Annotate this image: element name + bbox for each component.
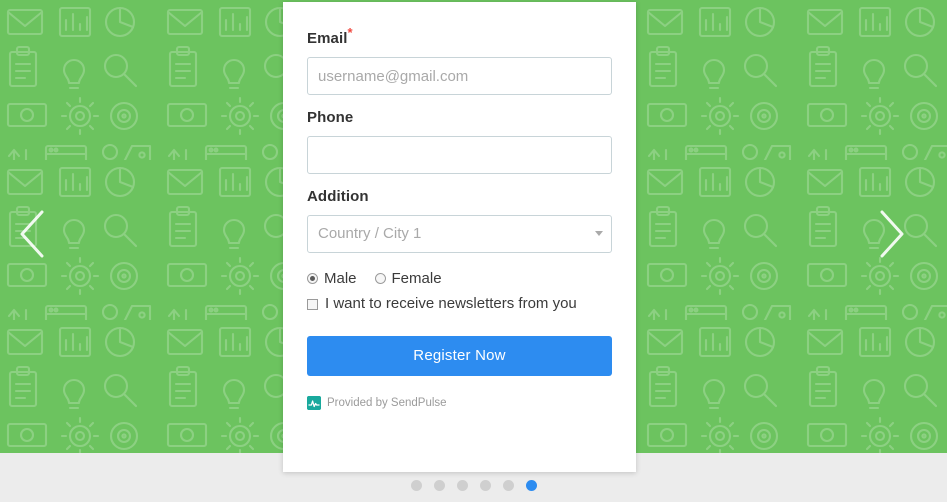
phone-field-block: Phone (307, 109, 612, 174)
addition-field-block: Addition Country / City 1 (307, 188, 612, 253)
form-fields-container: Email* Phone Addition Country / City 1 M… (307, 26, 612, 410)
sendpulse-pulse-icon (307, 396, 321, 410)
addition-select[interactable]: Country / City 1 (307, 215, 612, 253)
carousel-dot-1[interactable] (410, 480, 422, 491)
chevron-left-icon (12, 206, 56, 262)
gender-option-female[interactable]: Female (374, 270, 442, 287)
addition-select-wrap: Country / City 1 (307, 215, 612, 253)
carousel-prev-arrow[interactable] (12, 206, 56, 262)
provided-by-footer: Provided by SendPulse (307, 396, 612, 410)
checkbox-indicator-newsletter (307, 298, 318, 310)
radio-indicator-female (374, 273, 386, 284)
carousel-dot-3[interactable] (456, 480, 468, 491)
email-input[interactable] (307, 57, 612, 95)
carousel-next-arrow[interactable] (868, 206, 912, 262)
radio-indicator-male (307, 273, 318, 284)
required-asterisk: * (347, 25, 353, 40)
addition-label: Addition (307, 188, 369, 205)
register-now-button[interactable]: Register Now (307, 336, 612, 376)
gender-option-male-label: Male (324, 270, 357, 287)
phone-input[interactable] (307, 136, 612, 174)
newsletter-checkbox-row[interactable]: I want to receive newsletters from you (307, 296, 612, 312)
carousel-pagination (0, 480, 947, 491)
phone-label: Phone (307, 109, 354, 126)
carousel-dot-4[interactable] (479, 480, 491, 491)
gender-option-female-label: Female (391, 270, 442, 287)
newsletter-checkbox-label: I want to receive newsletters from you (325, 295, 577, 312)
carousel-dot-6[interactable] (525, 480, 537, 491)
email-label: Email* (307, 26, 612, 48)
email-label-text: Email (307, 30, 348, 47)
gender-option-male[interactable]: Male (307, 271, 357, 286)
carousel-dot-5[interactable] (502, 480, 514, 491)
email-field-block: Email* (307, 26, 612, 95)
carousel-dot-2[interactable] (433, 480, 445, 491)
subscription-form-card: Email* Phone Addition Country / City 1 M… (283, 2, 636, 472)
provided-by-text: Provided by SendPulse (327, 397, 447, 409)
chevron-right-icon (868, 206, 912, 262)
page-root: Email* Phone Addition Country / City 1 M… (0, 0, 947, 502)
gender-radio-group: Male Female (307, 271, 612, 286)
